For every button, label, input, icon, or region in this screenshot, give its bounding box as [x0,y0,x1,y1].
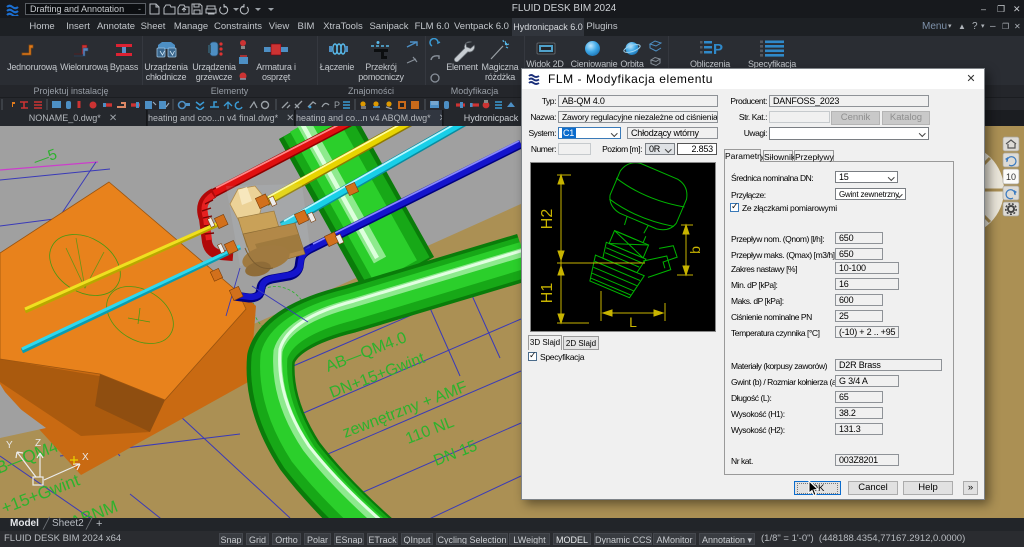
svg-text:H2: H2 [539,209,556,230]
svg-text:Z: Z [35,438,41,449]
svg-text:b: b [687,246,703,254]
svg-text:L: L [629,314,637,330]
svg-text:Y: Y [6,440,13,451]
svg-text:X: X [82,452,89,463]
svg-text:P: P [713,41,723,58]
svg-text:H1: H1 [539,283,556,304]
svg-text:P: P [334,100,340,110]
svg-text:10: 10 [1006,172,1016,182]
